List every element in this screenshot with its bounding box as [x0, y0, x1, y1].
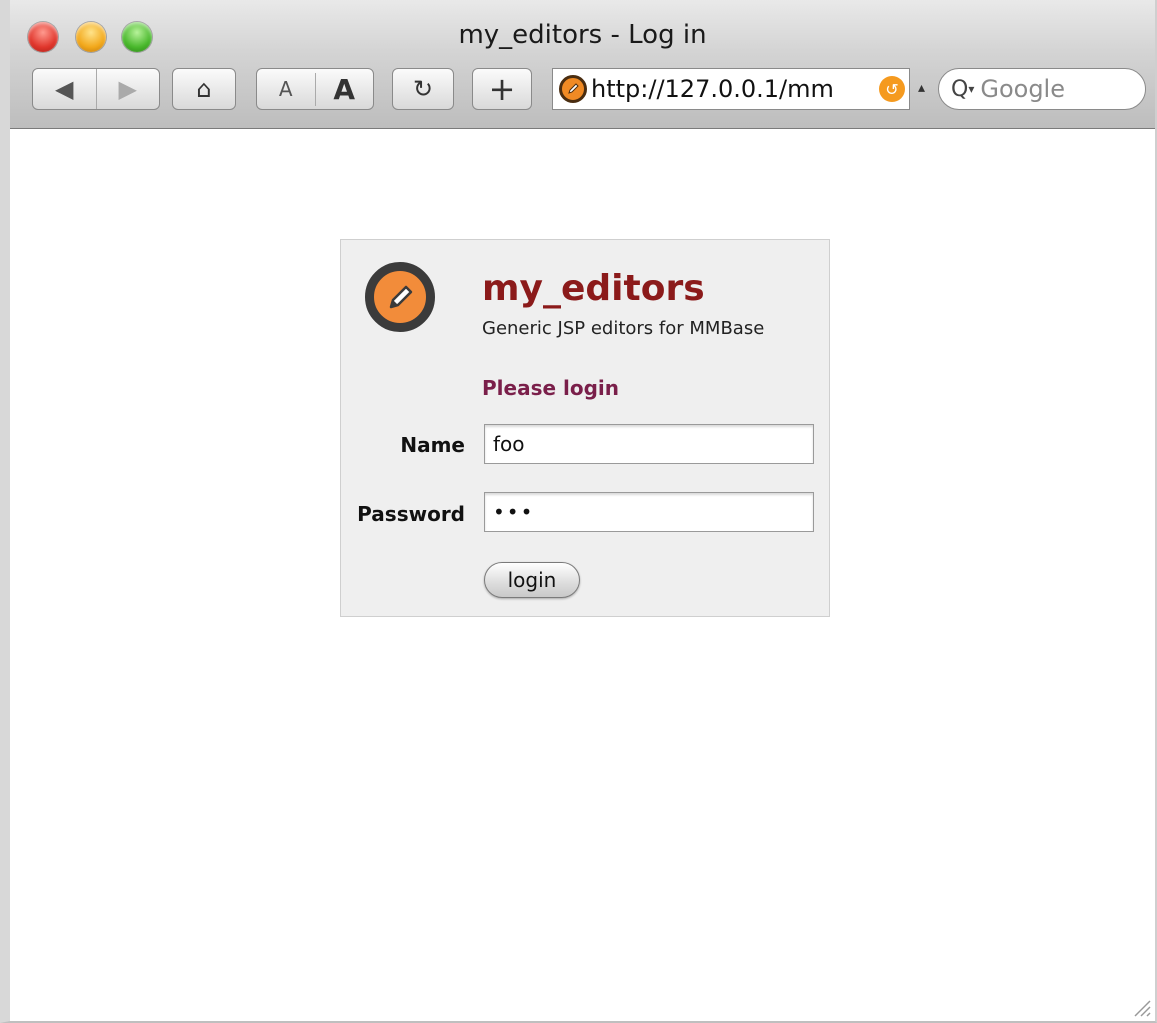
- forward-button[interactable]: ▶: [95, 69, 160, 109]
- address-bar[interactable]: http://127.0.0.1/mm ↺: [552, 68, 910, 110]
- search-icon: Q: [951, 76, 969, 102]
- search-menu-icon[interactable]: ▾: [968, 82, 974, 96]
- snapback-icon[interactable]: ↺: [879, 76, 905, 102]
- resize-grip-icon[interactable]: [1129, 995, 1151, 1017]
- plus-icon: +: [488, 70, 516, 108]
- app-subtitle: Generic JSP editors for MMBase: [482, 318, 765, 339]
- back-arrow-icon: ◀: [55, 75, 74, 103]
- text-smaller-button[interactable]: A: [257, 77, 315, 101]
- home-icon: ⌂: [196, 75, 212, 103]
- search-field[interactable]: Q ▾ Google: [938, 68, 1146, 110]
- add-bookmark-button[interactable]: +: [472, 68, 532, 110]
- app-title: my_editors: [482, 268, 705, 309]
- page-content: my_editors Generic JSP editors for MMBas…: [10, 129, 1155, 1021]
- login-prompt: Please login: [482, 376, 620, 400]
- back-button[interactable]: ◀: [33, 69, 96, 109]
- name-label: Name: [400, 433, 465, 457]
- back-forward-group: ◀ ▶: [32, 68, 160, 110]
- search-placeholder: Google: [980, 75, 1065, 103]
- password-label: Password: [357, 502, 465, 526]
- browser-window: my_editors - Log in ◀ ▶ ⌂ A A ↻ + http:/…: [0, 0, 1157, 1023]
- text-size-group: A A: [256, 68, 374, 110]
- site-favicon-icon: [559, 75, 587, 103]
- name-field[interactable]: [484, 424, 814, 464]
- password-field[interactable]: [484, 492, 814, 532]
- login-button[interactable]: login: [484, 562, 580, 598]
- reload-icon: ↻: [412, 75, 434, 103]
- address-history-icon[interactable]: ▴: [918, 80, 925, 96]
- title-bar: my_editors - Log in ◀ ▶ ⌂ A A ↻ + http:/…: [10, 0, 1155, 129]
- pencil-logo-icon: [365, 262, 435, 332]
- reload-button[interactable]: ↻: [392, 68, 454, 110]
- window-title: my_editors - Log in: [458, 20, 707, 50]
- text-bigger-button[interactable]: A: [314, 72, 374, 106]
- forward-arrow-icon: ▶: [118, 75, 137, 103]
- home-button[interactable]: ⌂: [172, 68, 236, 110]
- url-text[interactable]: http://127.0.0.1/mm: [591, 75, 879, 103]
- login-panel: my_editors Generic JSP editors for MMBas…: [340, 239, 830, 617]
